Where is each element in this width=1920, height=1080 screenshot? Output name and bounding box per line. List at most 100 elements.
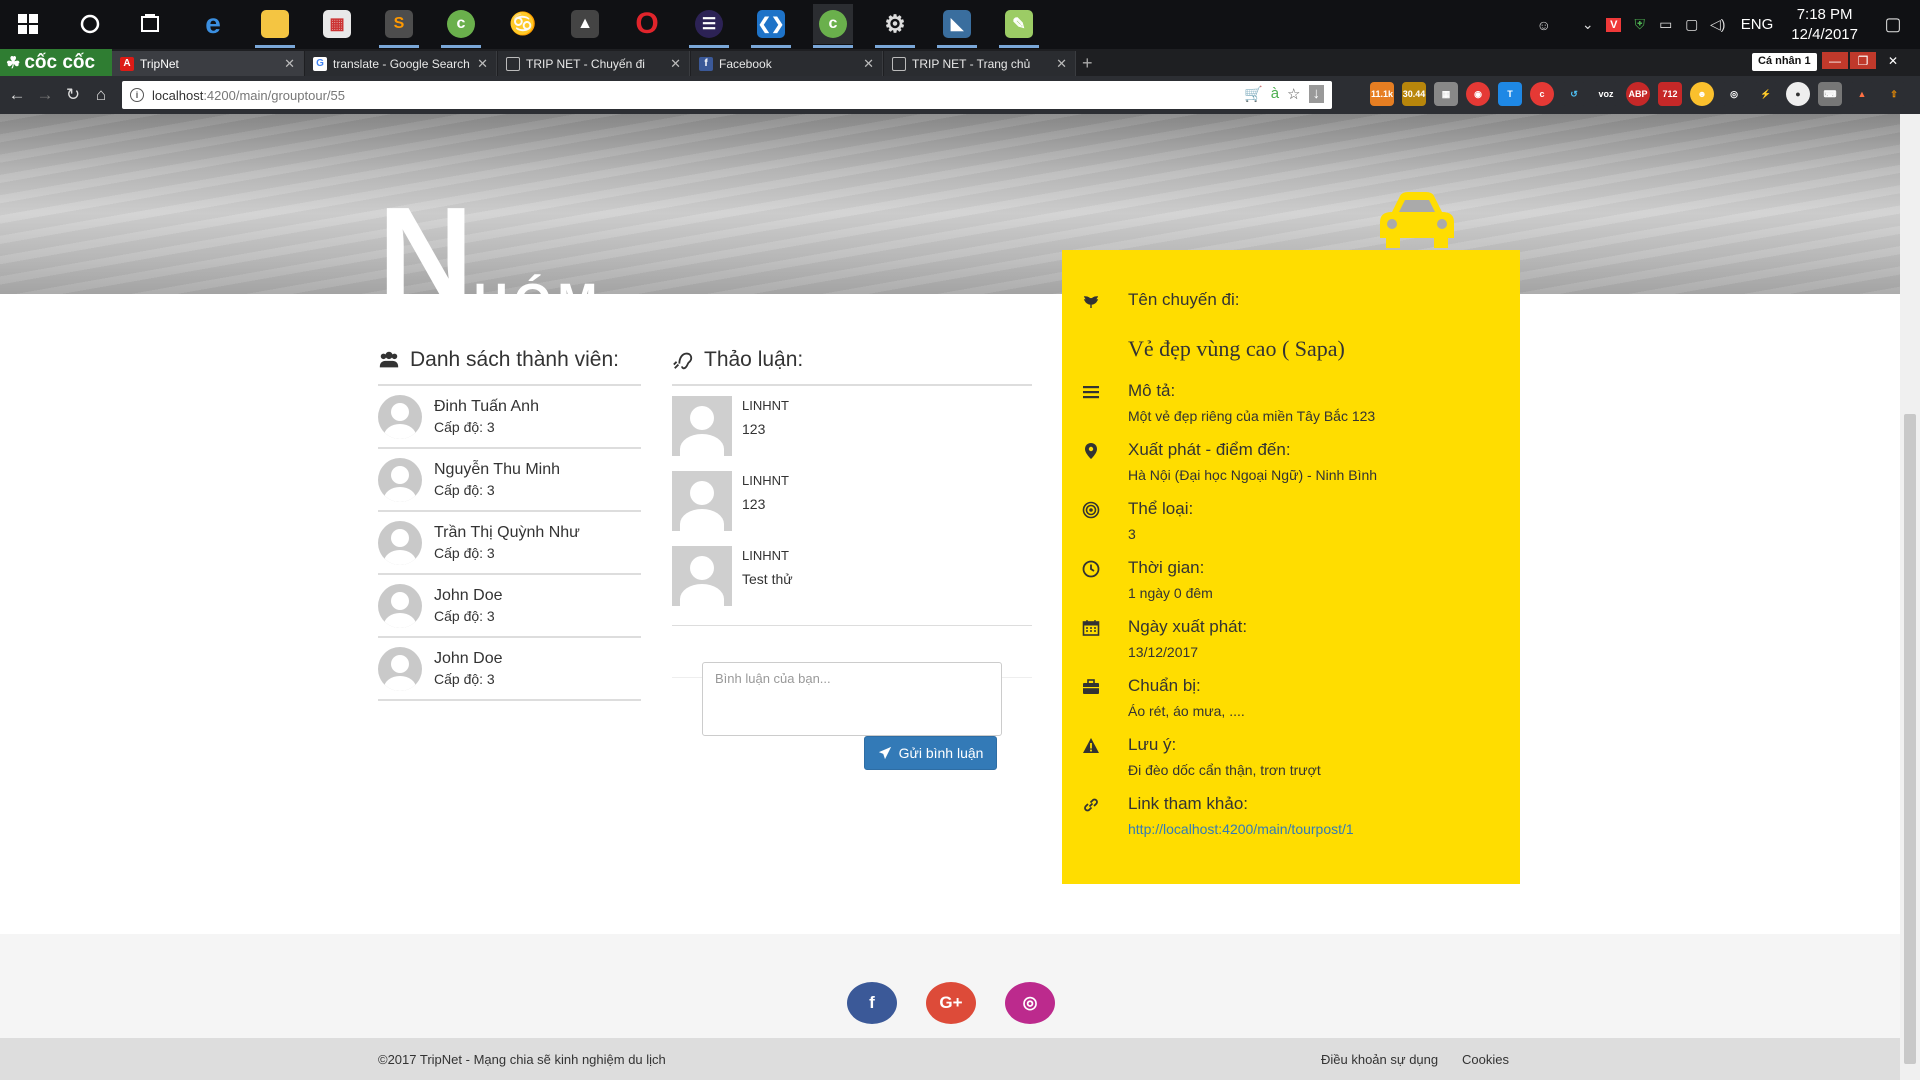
file-explorer-icon[interactable] [255, 4, 295, 48]
dark-app-icon[interactable]: ▲ [565, 4, 605, 44]
extension-user-icon[interactable]: ◎ [1722, 82, 1746, 106]
gmail-icon[interactable]: 712 [1658, 82, 1682, 106]
notepad-icon[interactable]: ✎ [999, 4, 1039, 48]
extension-refresh-icon[interactable]: ↺ [1562, 82, 1586, 106]
edge-icon[interactable]: e [193, 4, 233, 44]
translate-icon[interactable]: à [1271, 85, 1279, 103]
cart-icon[interactable]: 🛒 [1244, 85, 1263, 103]
tab-close-icon[interactable]: ✕ [284, 56, 295, 72]
url-host: localhost [152, 87, 204, 103]
opera-icon[interactable]: O [627, 4, 667, 44]
windows-start-icon[interactable] [8, 4, 48, 44]
eclipse-icon[interactable]: ☰ [689, 4, 729, 48]
notification-icon[interactable]: ▢ [1880, 12, 1906, 38]
tab-trip-net-chuyen-di[interactable]: TRIP NET - Chuyến đi ✕ [498, 51, 690, 76]
forward-arrow-icon[interactable]: → [32, 82, 58, 108]
chevron-up-icon[interactable]: ⌄ [1575, 12, 1601, 38]
browser-tab-bar: ☘ cốc cốc A TripNet ✕ G translate - Goog… [0, 49, 1920, 76]
extension-counter-icon[interactable]: 30.44 [1402, 82, 1426, 106]
restore-button[interactable]: ❐ [1850, 52, 1876, 69]
scrollbar-thumb[interactable] [1904, 414, 1916, 1064]
tab-close-icon[interactable]: ✕ [863, 56, 874, 72]
page-scrollbar[interactable] [1900, 114, 1920, 1080]
back-arrow-icon[interactable]: ← [4, 82, 30, 108]
extension-voz-icon[interactable]: voz [1594, 82, 1618, 106]
extension-upload-icon[interactable]: ⇧ [1882, 82, 1906, 106]
coccoc-active-icon[interactable]: c [813, 4, 853, 48]
hero-title: N HÓM [378, 188, 603, 326]
member-item[interactable]: Trần Thị Quỳnh Như Cấp độ: 3 [378, 512, 641, 575]
network-icon[interactable]: ▢ [1679, 12, 1705, 38]
extension-bolt-icon[interactable]: ⚡ [1754, 82, 1778, 106]
tab-tripnet[interactable]: A TripNet ✕ [112, 51, 304, 76]
volume-icon[interactable]: ◁) [1705, 12, 1731, 38]
member-item[interactable]: Đinh Tuấn Anh Cấp độ: 3 [378, 386, 641, 449]
cortana-icon[interactable] [70, 4, 110, 44]
vscode-icon[interactable]: ❮❯ [751, 4, 791, 48]
input-language[interactable]: ENG [1741, 16, 1774, 33]
vivaldi-tray-icon[interactable]: V [1601, 12, 1627, 38]
hero-banner: N HÓM [0, 114, 1900, 326]
send-comment-button[interactable]: Gửi bình luận [864, 736, 997, 770]
tab-trip-net-trang-chu[interactable]: TRIP NET - Trang chủ ✕ [884, 51, 1076, 76]
extension-grid-icon[interactable]: ▦ [1434, 82, 1458, 106]
terms-link[interactable]: Điều khoản sự dụng [1321, 1052, 1438, 1067]
extension-translate-icon[interactable]: T [1498, 82, 1522, 106]
tab-title: TRIP NET - Chuyến đi [526, 56, 645, 71]
clock-icon [1082, 560, 1100, 578]
defender-icon[interactable]: ⛨ [1627, 12, 1653, 38]
address-bar[interactable]: i localhost:4200/main/grouptour/55 🛒 à ☆… [122, 81, 1332, 109]
member-item[interactable]: John Doe Cấp độ: 3 [378, 575, 641, 638]
browser-brand: cốc cốc [24, 51, 96, 73]
profile-badge[interactable]: Cá nhân 1 [1752, 53, 1817, 71]
route-value: Hà Nội (Đại học Ngoại Ngữ) - Ninh Bình [1128, 467, 1378, 483]
instagram-icon[interactable]: ◎ [1005, 982, 1055, 1024]
google-plus-icon[interactable]: G+ [926, 982, 976, 1024]
minimize-button[interactable]: — [1822, 52, 1848, 69]
note-value: Đi đèo dốc cẩn thận, trơn trượt [1128, 762, 1321, 778]
task-view-icon[interactable] [130, 4, 170, 44]
sublime-text-icon[interactable]: S [379, 4, 419, 48]
extension-fire-icon[interactable]: ▲ [1850, 82, 1874, 106]
people-icon[interactable]: ☺ [1531, 12, 1557, 38]
category-label: Thể loại: [1128, 499, 1194, 518]
reference-link[interactable]: http://localhost:4200/main/tourpost/1 [1128, 821, 1354, 837]
tab-facebook[interactable]: f Facebook ✕ [691, 51, 883, 76]
coccoc-menu-button[interactable]: ☘ cốc cốc [0, 49, 112, 76]
tab-google-search[interactable]: G translate - Google Search ✕ [305, 51, 497, 76]
close-window-button[interactable]: ✕ [1880, 52, 1906, 69]
tab-close-icon[interactable]: ✕ [477, 56, 488, 72]
extension-counter-icon[interactable]: 11.1k [1370, 82, 1394, 106]
tab-title: translate - Google Search [333, 56, 470, 71]
facebook-icon[interactable]: f [847, 982, 897, 1024]
site-info-icon[interactable]: i [130, 88, 144, 102]
battery-icon[interactable]: ▭ [1653, 12, 1679, 38]
angular-favicon-icon: A [120, 56, 134, 71]
bookmark-star-icon[interactable]: ☆ [1287, 85, 1300, 103]
adblock-icon[interactable]: ABP [1626, 82, 1650, 106]
tab-close-icon[interactable]: ✕ [1056, 56, 1067, 72]
store-icon[interactable]: ▦ [317, 4, 357, 44]
member-item[interactable]: John Doe Cấp độ: 3 [378, 638, 641, 701]
extension-keyboard-icon[interactable]: ⌨ [1818, 82, 1842, 106]
member-item[interactable]: Nguyễn Thu Minh Cấp độ: 3 [378, 449, 641, 512]
comment-input[interactable] [702, 662, 1002, 736]
extension-circle-icon[interactable]: ● [1786, 82, 1810, 106]
mysql-workbench-icon[interactable]: ◣ [937, 4, 977, 48]
cookies-link[interactable]: Cookies [1462, 1052, 1509, 1067]
coccoc-taskbar-icon[interactable]: c [441, 4, 481, 48]
duration-value: 1 ngày 0 đêm [1128, 585, 1213, 601]
home-icon[interactable]: ⌂ [88, 82, 114, 108]
clock[interactable]: 7:18 PM 12/4/2017 [1791, 5, 1858, 45]
tab-close-icon[interactable]: ✕ [670, 56, 681, 72]
download-icon[interactable]: ↓ [1308, 85, 1324, 103]
extension-coccoc-icon[interactable]: c [1530, 82, 1554, 106]
extension-yellow-icon[interactable]: ☻ [1690, 82, 1714, 106]
extension-red-icon[interactable]: ◉ [1466, 82, 1490, 106]
garena-icon[interactable]: ♋ [503, 4, 543, 44]
new-tab-plus-icon[interactable]: + [1082, 53, 1093, 74]
reload-icon[interactable]: ↻ [60, 82, 86, 108]
avatar [378, 458, 422, 502]
extension-bar: 11.1k 30.44 ▦ ◉ T c ↺ voz ABP 712 ☻ ◎ ⚡ … [1370, 82, 1906, 106]
gear-app-icon[interactable]: ⚙ [875, 4, 915, 48]
